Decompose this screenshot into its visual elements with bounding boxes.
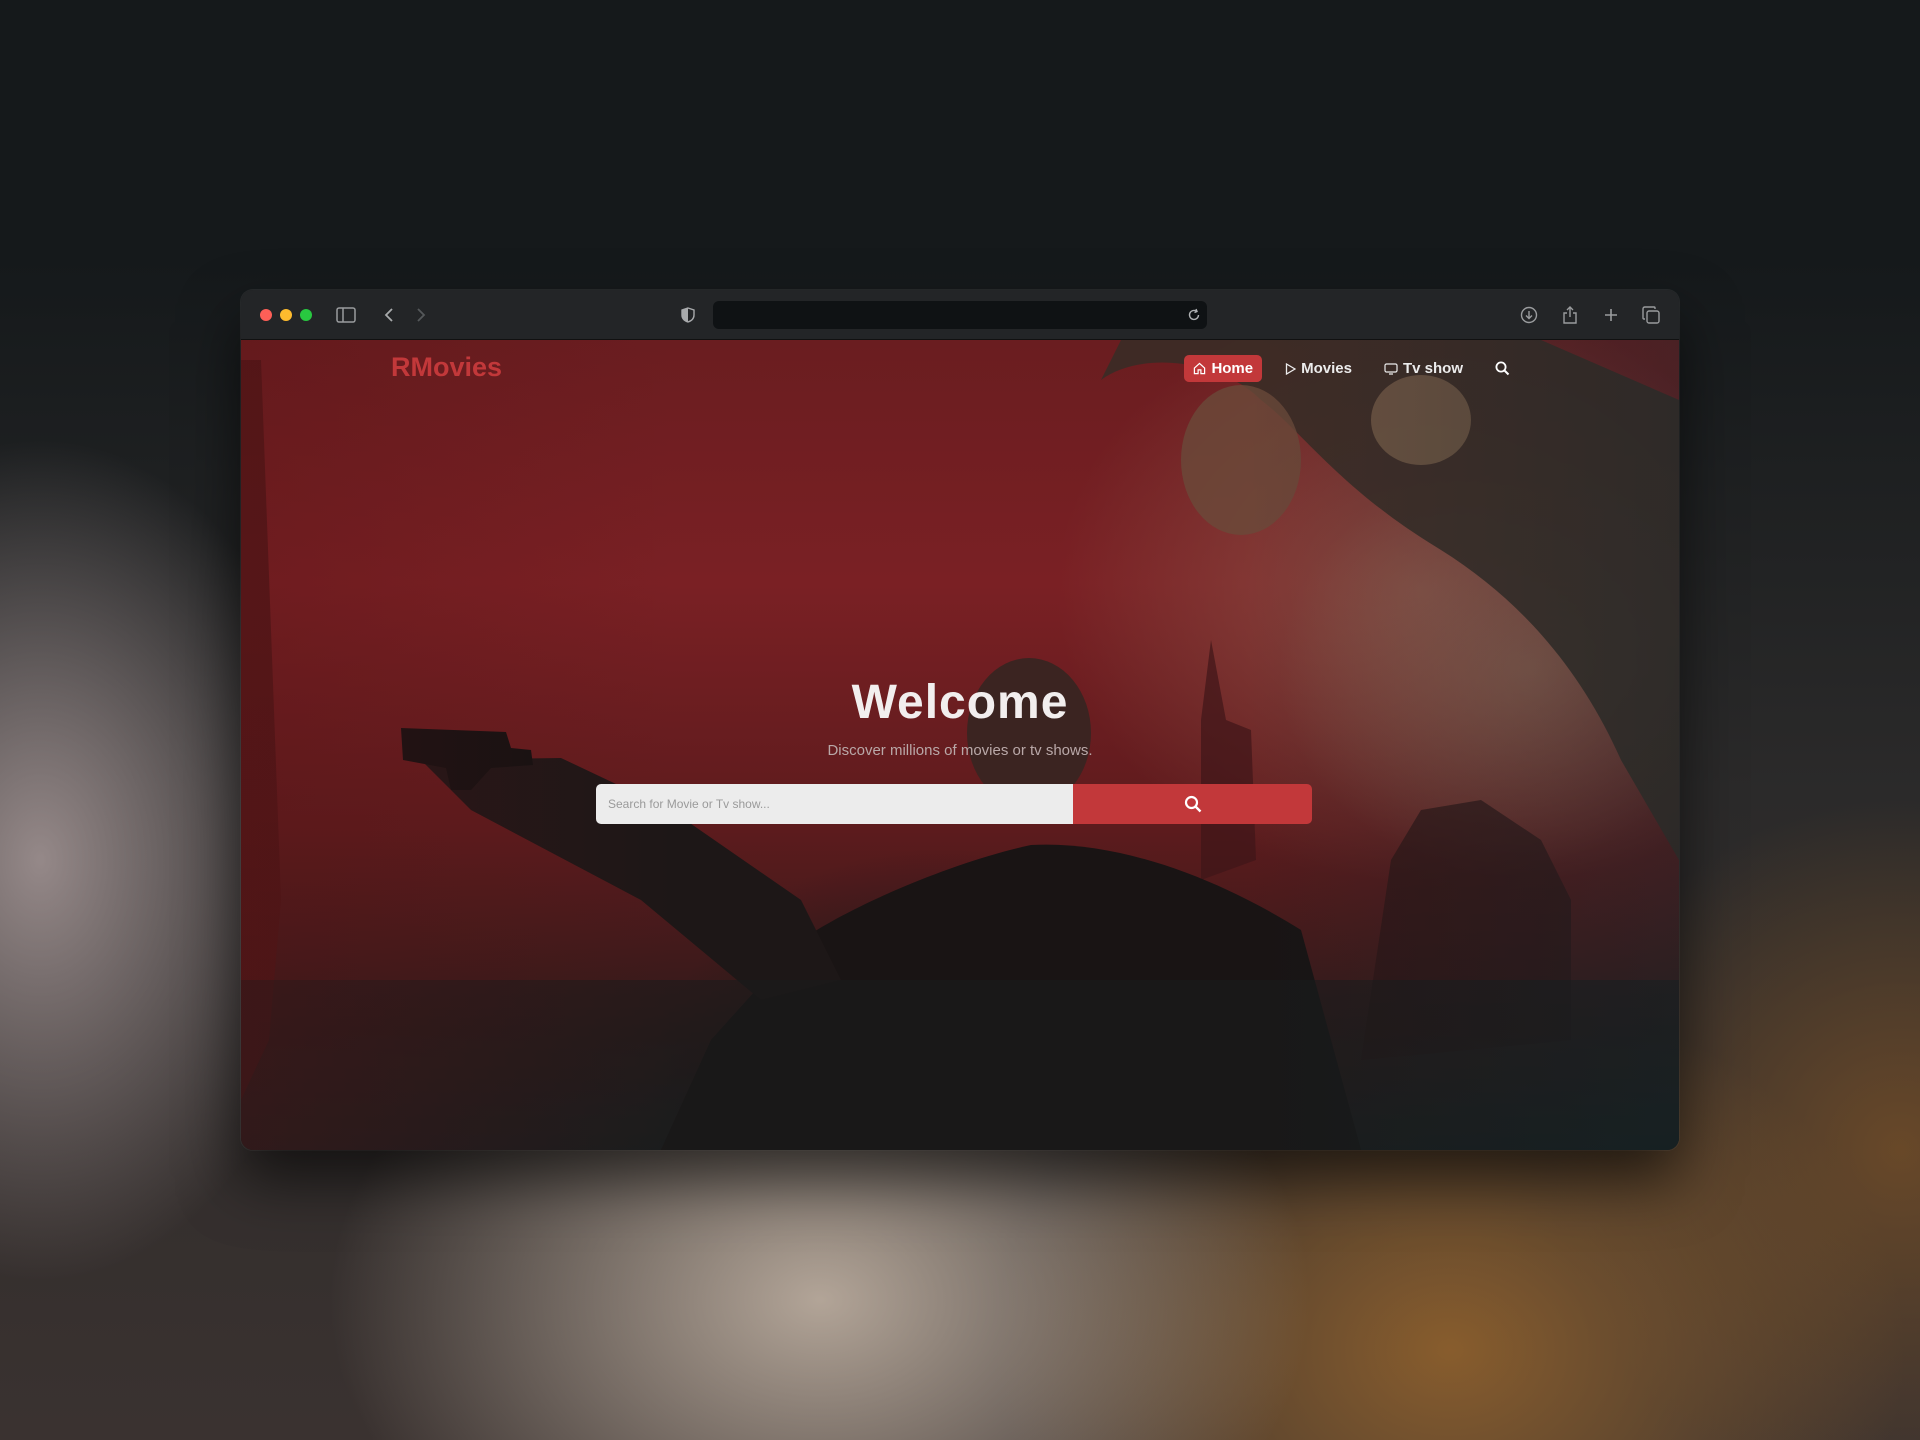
- nav-search-icon[interactable]: [1490, 357, 1514, 381]
- search-button[interactable]: [1073, 784, 1312, 824]
- nav-tv-show[interactable]: Tv show: [1375, 355, 1472, 382]
- forward-icon[interactable]: [409, 303, 433, 327]
- main-nav: Home Movies Tv show: [1184, 355, 1514, 382]
- download-icon[interactable]: [1517, 303, 1541, 327]
- hero-subtitle: Discover millions of movies or tv shows.: [827, 742, 1093, 759]
- hero: Welcome Discover millions of movies or t…: [241, 675, 1679, 759]
- shield-icon[interactable]: [676, 303, 700, 327]
- nav-movies-label: Movies: [1301, 360, 1352, 377]
- reload-icon[interactable]: [1187, 307, 1201, 326]
- sidebar-icon[interactable]: [334, 303, 358, 327]
- new-tab-icon[interactable]: [1599, 303, 1623, 327]
- close-window-button[interactable]: [260, 309, 272, 321]
- tv-icon: [1384, 362, 1398, 375]
- search-input[interactable]: [596, 784, 1073, 824]
- browser-window: RMovies Home Movies Tv show Welcome Disc…: [241, 290, 1679, 1150]
- play-icon: [1285, 362, 1297, 375]
- nav-tv-show-label: Tv show: [1402, 360, 1463, 377]
- minimize-window-button[interactable]: [280, 309, 292, 321]
- browser-toolbar: [241, 290, 1679, 340]
- share-icon[interactable]: [1558, 303, 1582, 327]
- hero-search: [596, 784, 1312, 824]
- nav-movies[interactable]: Movies: [1276, 355, 1361, 382]
- zoom-window-button[interactable]: [300, 309, 312, 321]
- page-viewport: RMovies Home Movies Tv show Welcome Disc…: [241, 340, 1679, 1150]
- site-logo[interactable]: RMovies: [391, 352, 502, 383]
- search-icon: [1184, 795, 1201, 813]
- tabs-overview-icon[interactable]: [1639, 303, 1663, 327]
- nav-home-label: Home: [1211, 360, 1254, 377]
- home-icon: [1194, 362, 1206, 375]
- hero-title: Welcome: [851, 676, 1069, 729]
- back-icon[interactable]: [377, 303, 401, 327]
- address-bar[interactable]: [713, 301, 1207, 329]
- nav-home[interactable]: Home: [1184, 355, 1263, 382]
